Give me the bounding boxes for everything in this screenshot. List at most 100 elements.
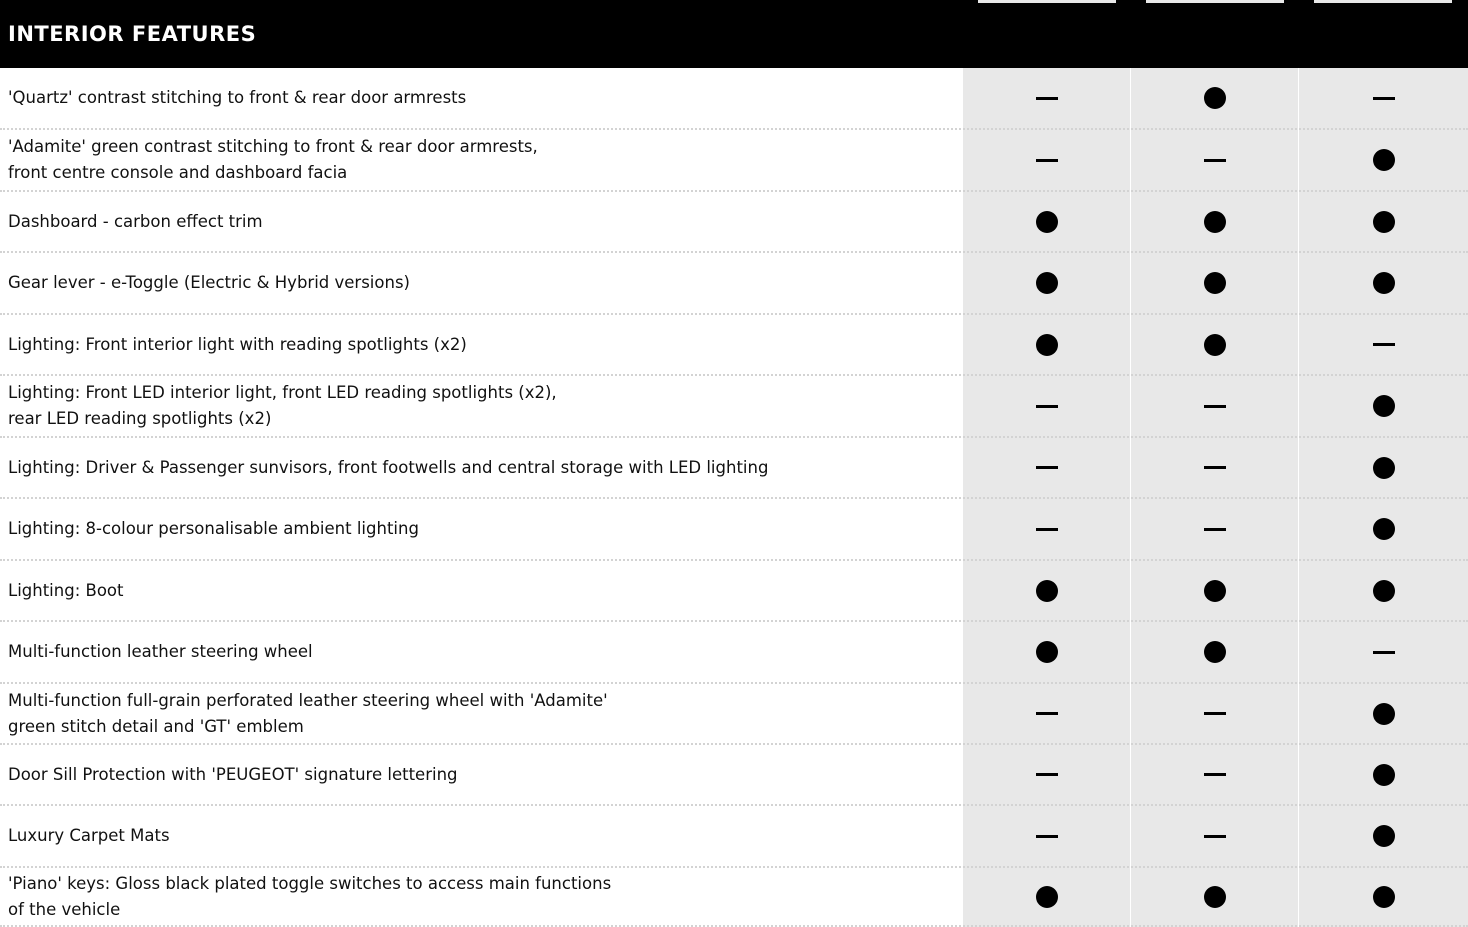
column-top-strip [1146, 0, 1284, 3]
availability-cell [963, 376, 1130, 436]
standard-dot-icon [1372, 885, 1395, 908]
table-row: Lighting: Front interior light with read… [0, 315, 1468, 376]
availability-cell [1131, 684, 1298, 743]
feature-label: Multi-function full-grain perforated lea… [8, 690, 608, 736]
feature-label: Lighting: Front LED interior light, fron… [8, 383, 557, 428]
availability-cell [1299, 868, 1468, 925]
not-available-dash-icon [1203, 404, 1226, 408]
not-available-dash-icon [1372, 343, 1395, 346]
availability-cell [1131, 868, 1298, 925]
availability-cell [963, 622, 1130, 682]
column-top-strip [1314, 0, 1452, 3]
availability-cell [963, 499, 1130, 559]
not-available-dash-icon [1203, 158, 1226, 162]
standard-dot-icon [1203, 210, 1226, 233]
availability-cell [1299, 130, 1468, 190]
standard-dot-icon [1203, 579, 1226, 602]
standard-dot-icon [1372, 395, 1395, 417]
standard-dot-icon [1372, 702, 1395, 725]
availability-cell [1299, 315, 1468, 374]
availability-cell [963, 561, 1130, 620]
not-available-dash-icon [1035, 96, 1058, 100]
feature-label: Multi-function leather steering wheel [8, 642, 313, 661]
availability-cell [963, 192, 1130, 251]
table-row: 'Adamite' green contrast stitching to fr… [0, 130, 1468, 192]
feature-label: Lighting: Driver & Passenger sunvisors, … [8, 457, 769, 477]
feature-label: Lighting: 8-colour personalisable ambien… [8, 519, 419, 538]
table-row: Door Sill Protection with 'PEUGEOT' sign… [0, 745, 1468, 806]
not-available-dash-icon [1035, 527, 1058, 531]
table-row: Gear lever - e-Toggle (Electric & Hybrid… [0, 253, 1468, 315]
availability-cell [1131, 438, 1298, 497]
standard-dot-icon [1203, 641, 1226, 663]
availability-cell [1299, 684, 1468, 743]
column-top-strip [978, 0, 1116, 3]
standard-dot-icon [1203, 272, 1226, 294]
availability-cell [1299, 192, 1468, 251]
availability-cell [963, 253, 1130, 313]
feature-label: Lighting: Front interior light with read… [8, 334, 467, 354]
standard-dot-icon [1372, 579, 1395, 602]
feature-label: Lighting: Boot [8, 580, 124, 600]
availability-cell [963, 68, 1130, 128]
table-row: Multi-function full-grain perforated lea… [0, 684, 1468, 745]
availability-cell [1131, 376, 1298, 436]
table-row: 'Quartz' contrast stitching to front & r… [0, 68, 1468, 130]
availability-cell [1131, 192, 1298, 251]
not-available-dash-icon [1372, 650, 1395, 654]
not-available-dash-icon [1203, 466, 1226, 469]
table-row: Dashboard - carbon effect trim [0, 192, 1468, 253]
standard-dot-icon [1203, 885, 1226, 908]
availability-cell [1131, 806, 1298, 866]
feature-label: 'Adamite' green contrast stitching to fr… [8, 137, 538, 182]
availability-cell [1131, 561, 1298, 620]
standard-dot-icon [1035, 210, 1058, 233]
standard-dot-icon [1035, 885, 1058, 908]
feature-label: Door Sill Protection with 'PEUGEOT' sign… [8, 764, 458, 784]
availability-cell [963, 745, 1130, 804]
section-header: INTERIOR FEATURES [0, 0, 1468, 68]
standard-dot-icon [1035, 641, 1058, 663]
standard-dot-icon [1203, 333, 1226, 356]
feature-label: Dashboard - carbon effect trim [8, 211, 263, 231]
availability-cell [1299, 68, 1468, 128]
availability-cell [963, 438, 1130, 497]
availability-cell [1299, 376, 1468, 436]
availability-cell [1131, 499, 1298, 559]
availability-cell [1131, 315, 1298, 374]
not-available-dash-icon [1203, 773, 1226, 776]
table-row: Lighting: 8-colour personalisable ambien… [0, 499, 1468, 561]
table-row: Luxury Carpet Mats [0, 806, 1468, 868]
not-available-dash-icon [1035, 158, 1058, 162]
standard-dot-icon [1372, 149, 1395, 171]
not-available-dash-icon [1035, 773, 1058, 776]
table-row: Multi-function leather steering wheel [0, 622, 1468, 684]
standard-dot-icon [1035, 579, 1058, 602]
feature-label: Gear lever - e-Toggle (Electric & Hybrid… [8, 273, 410, 292]
feature-label: Luxury Carpet Mats [8, 826, 170, 845]
availability-cell [963, 315, 1130, 374]
not-available-dash-icon [1035, 712, 1058, 715]
availability-cell [1131, 130, 1298, 190]
availability-cell [1131, 745, 1298, 804]
availability-cell [1299, 438, 1468, 497]
not-available-dash-icon [1035, 404, 1058, 408]
standard-dot-icon [1035, 272, 1058, 294]
not-available-dash-icon [1203, 527, 1226, 531]
standard-dot-icon [1035, 333, 1058, 356]
not-available-dash-icon [1203, 712, 1226, 715]
availability-cell [963, 130, 1130, 190]
availability-cell [1299, 806, 1468, 866]
standard-dot-icon [1372, 456, 1395, 479]
not-available-dash-icon [1372, 96, 1395, 100]
availability-cell [963, 806, 1130, 866]
table-row: Lighting: Front LED interior light, fron… [0, 376, 1468, 438]
standard-dot-icon [1372, 763, 1395, 786]
availability-cell [1299, 499, 1468, 559]
availability-cell [963, 868, 1130, 925]
not-available-dash-icon [1035, 466, 1058, 469]
not-available-dash-icon [1203, 834, 1226, 838]
availability-cell [1299, 253, 1468, 313]
standard-dot-icon [1372, 272, 1395, 294]
not-available-dash-icon [1035, 834, 1058, 838]
